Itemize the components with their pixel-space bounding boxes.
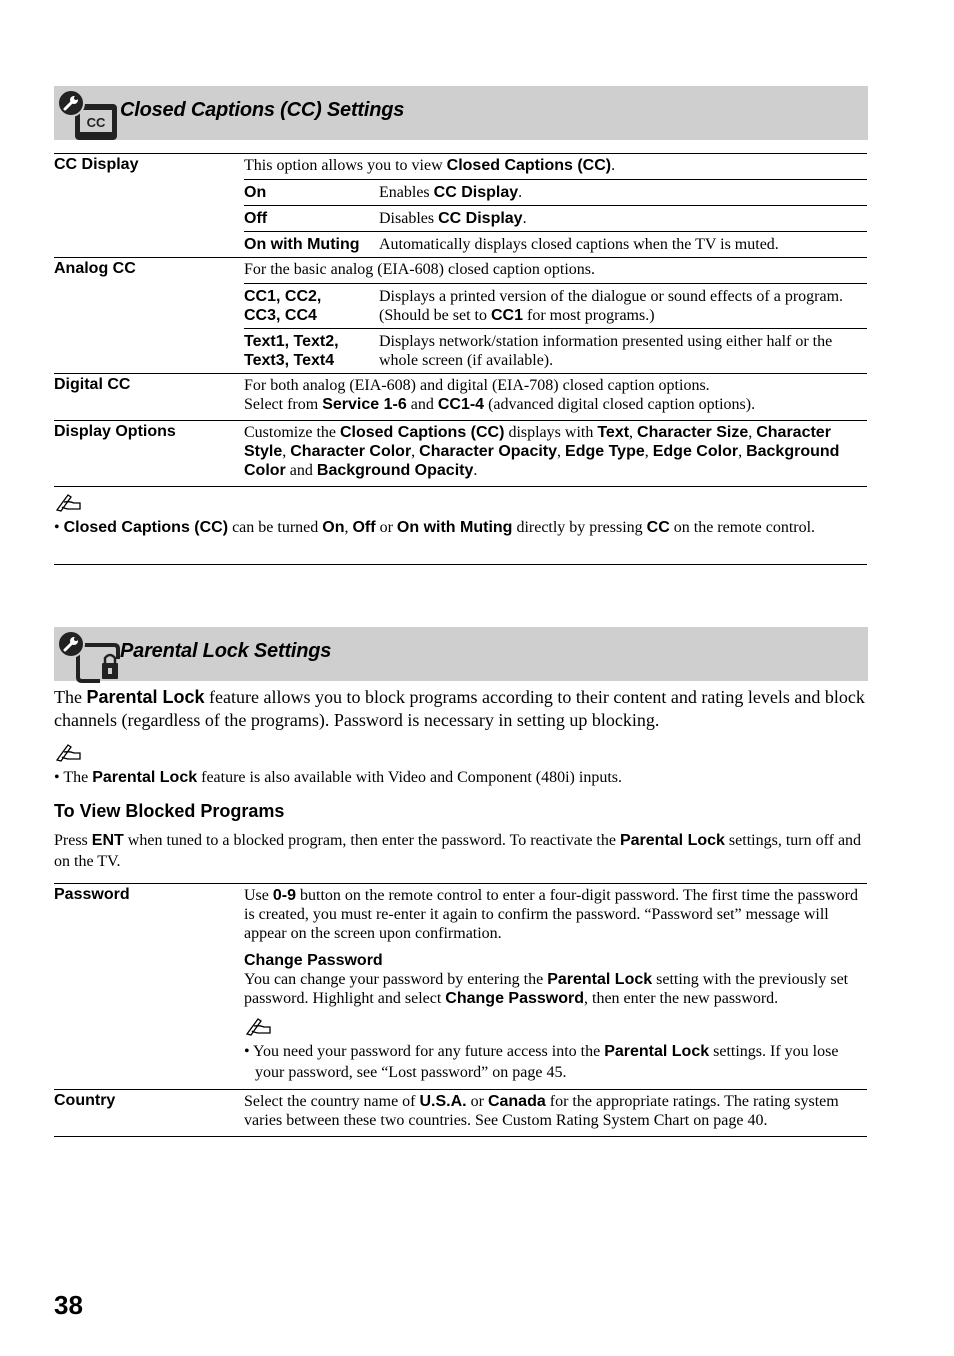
pl-section-header: Parental Lock Settings (54, 627, 868, 683)
bold-term: On with Muting (396, 519, 513, 536)
sub-option-row: Text1, Text2, Text3, Text4 Displays networ… (244, 328, 867, 373)
sub-option-description: Displays network/station information pre… (379, 333, 833, 369)
row-description: For the basic analog (EIA-608) closed ca… (244, 261, 596, 278)
sub-option-label: Text1, Text2, Text3, Text4 (244, 333, 339, 369)
country-desc: Select the country name of U.S.A. or Can… (244, 1093, 839, 1129)
row-description: For both analog (EIA-608) and digital (E… (244, 377, 756, 413)
sub-option-row: On with Muting Automatically displays clo… (244, 231, 867, 257)
bold-term: 0-9 (272, 887, 297, 904)
wrench-cc-icon: CC (57, 89, 117, 140)
sub-option-row: On Enables CC Display. (244, 179, 867, 205)
table-row: Display Options Customize the Closed Capt… (54, 420, 867, 486)
bold-term: Closed Captions (CC) (339, 424, 505, 441)
row-description: This option allows you to view Closed Ca… (244, 157, 616, 174)
pl-note-text: • The Parental Lock feature is also avai… (54, 769, 622, 786)
bold-term: CC2 (284, 288, 317, 305)
bold-term: Service 1-6 (322, 396, 407, 413)
cc-note: • Closed Captions (CC) can be turned On,… (54, 492, 868, 538)
cc-section-header: CC Closed Captions (CC) Settings (54, 86, 868, 140)
bold-term: Parental Lock (604, 1043, 710, 1060)
row-label: Digital CC (54, 376, 131, 393)
bold-term: CC1 (491, 307, 524, 324)
sub-option-description: Displays a printed version of the dialog… (379, 288, 844, 324)
bold-term: Text2 (293, 333, 335, 350)
row-label: Analog CC (54, 260, 136, 277)
bold-term: Text1 (244, 333, 285, 350)
bold-term: CC Display (438, 210, 523, 227)
bold-term: Text (597, 424, 630, 441)
pl-intro: The Parental Lock feature allows you to … (54, 687, 865, 730)
bold-term: CC Display (433, 184, 519, 201)
row-label: Country (54, 1092, 116, 1109)
bold-term: Closed Captions (CC) (446, 157, 612, 174)
change-password-title: Change Password (244, 952, 383, 969)
bold-term: U.S.A. (419, 1093, 467, 1110)
sub-option-label: On (244, 184, 267, 201)
table-row: Digital CC For both analog (EIA-608) and … (54, 373, 867, 420)
password-note: • You need your password for any future … (244, 1043, 839, 1081)
view-blocked-heading: To View Blocked Programs (54, 801, 285, 821)
bold-term: Character Color (290, 443, 412, 460)
note-pencil-icon (55, 494, 81, 512)
bold-term: Parental Lock (619, 832, 725, 849)
password-desc: Use 0-9 button on the remote control to … (244, 887, 858, 942)
bold-term: CC4 (284, 307, 317, 324)
cc-note-divider (54, 564, 867, 565)
table-row: Analog CC For the basic analog (EIA-608) … (54, 257, 867, 373)
bold-term: Closed Captions (CC) (63, 519, 229, 536)
row-label: CC Display (54, 156, 139, 173)
bold-term: Text4 (293, 352, 335, 369)
page-number: 38 (54, 1290, 83, 1320)
cc-section-title: Closed Captions (CC) Settings (120, 99, 405, 121)
sub-option-label: On with Muting (244, 236, 360, 253)
table-row-password: Password Use 0-9 button on the remote co… (54, 883, 867, 1089)
bold-term: ENT (91, 832, 124, 849)
cc-settings-table: CC Display This option allows you to view… (54, 153, 867, 487)
bold-term: CC (646, 519, 670, 536)
bold-term: Character Opacity (419, 443, 558, 460)
bold-term: Canada (487, 1093, 546, 1110)
bold-term: Parental Lock (86, 687, 205, 707)
sub-option-label: Off (244, 210, 268, 227)
sub-option-label: CC1, CC2, CC3, CC4 (244, 288, 322, 324)
pl-section-title: Parental Lock Settings (120, 640, 332, 662)
bold-term: On (322, 519, 345, 536)
row-description: Customize the Closed Captions (CC) displ… (244, 424, 840, 479)
bold-term: Text3 (244, 352, 285, 369)
bold-term: CC3 (244, 307, 277, 324)
view-blocked-text: Press ENT when tuned to a blocked progra… (54, 832, 862, 870)
note-pencil-icon (55, 744, 81, 762)
sub-option-description: Automatically displays closed captions w… (379, 236, 779, 253)
sub-option-description: Enables CC Display. (379, 184, 523, 201)
bold-term: Character Size (637, 424, 749, 441)
pl-settings-table: Password Use 0-9 button on the remote co… (54, 883, 867, 1137)
pl-note: • The Parental Lock feature is also avai… (54, 742, 868, 788)
wrench-lock-icon (57, 630, 120, 683)
svg-text:CC: CC (87, 115, 106, 130)
bold-term: Parental Lock (92, 769, 198, 786)
bold-term: Edge Type (565, 443, 645, 460)
sub-option-row: Off Disables CC Display. (244, 205, 867, 231)
bold-term: Edge Color (652, 443, 739, 460)
sub-option-row: CC1, CC2, CC3, CC4 Displays a printed vers… (244, 283, 867, 328)
bold-term: CC1 (244, 288, 277, 305)
row-label: Display Options (54, 423, 176, 440)
sub-option-description: Disables CC Display. (379, 210, 527, 227)
bold-term: Change Password (445, 990, 584, 1007)
bold-term: Background Opacity (316, 462, 474, 479)
note-pencil-icon (245, 1018, 271, 1036)
table-row-country: Country Select the country name of U.S.A… (54, 1089, 867, 1137)
bold-term: CC1-4 (437, 396, 485, 413)
bold-term: Off (352, 519, 376, 536)
bold-term: Parental Lock (547, 971, 653, 988)
table-bottom-divider (54, 486, 867, 487)
cc-note-text: • Closed Captions (CC) can be turned On,… (54, 519, 816, 536)
row-label: Password (54, 886, 130, 903)
table-row: CC Display This option allows you to view… (54, 153, 867, 257)
change-password-desc: You can change your password by entering… (244, 971, 849, 1007)
